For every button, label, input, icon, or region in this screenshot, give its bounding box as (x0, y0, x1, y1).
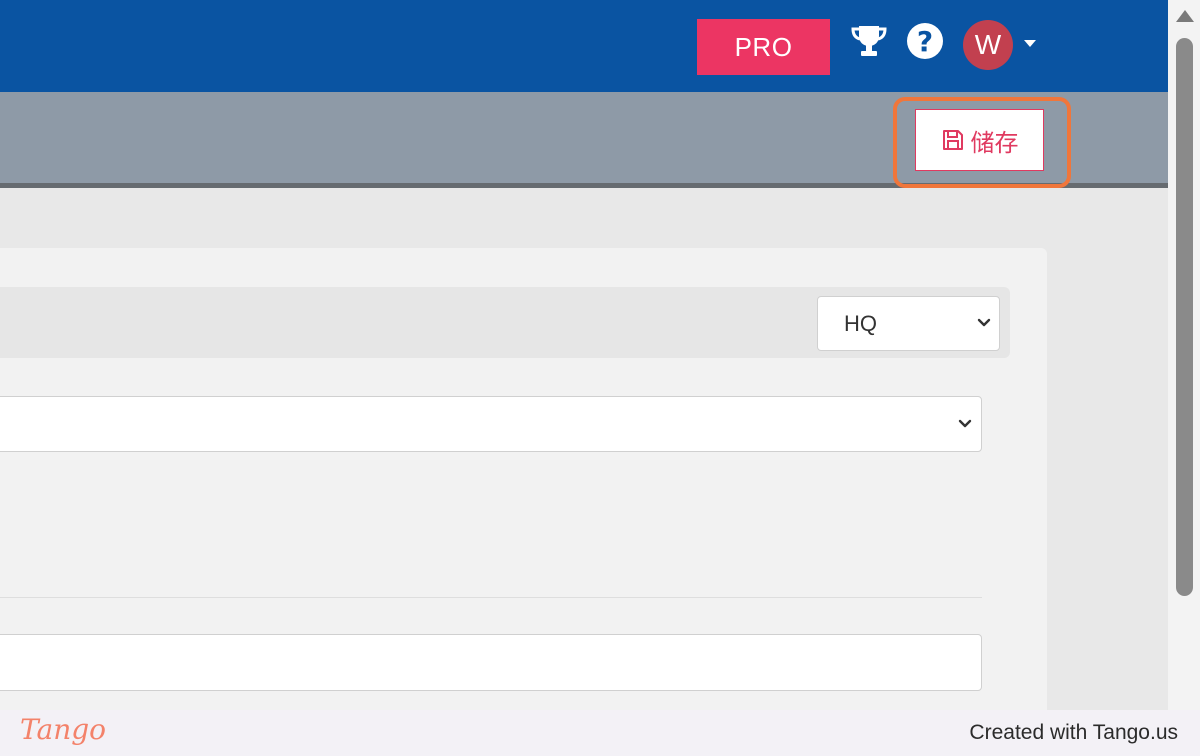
wide-select[interactable] (0, 396, 982, 452)
help-icon[interactable]: ? (907, 23, 943, 59)
chevron-down-icon (958, 419, 972, 428)
location-select[interactable]: HQ (817, 296, 1000, 351)
text-input[interactable] (0, 634, 982, 691)
trophy-icon[interactable] (850, 23, 888, 59)
created-with-credit: Created with Tango.us (969, 721, 1178, 744)
pro-button[interactable]: PRO (697, 19, 830, 75)
scroll-up-arrow-icon[interactable] (1176, 10, 1194, 22)
floppy-disk-icon (942, 130, 963, 150)
tango-logo: Tango (20, 713, 107, 746)
scrollbar-thumb[interactable] (1176, 38, 1193, 596)
location-select-value: HQ (844, 310, 877, 336)
user-avatar[interactable]: W (963, 20, 1013, 70)
save-button-label: 储存 (970, 128, 1019, 157)
chevron-down-icon (977, 318, 991, 327)
section-divider (0, 597, 982, 598)
chevron-down-icon[interactable] (1024, 40, 1036, 47)
save-button[interactable]: 储存 (915, 109, 1044, 171)
